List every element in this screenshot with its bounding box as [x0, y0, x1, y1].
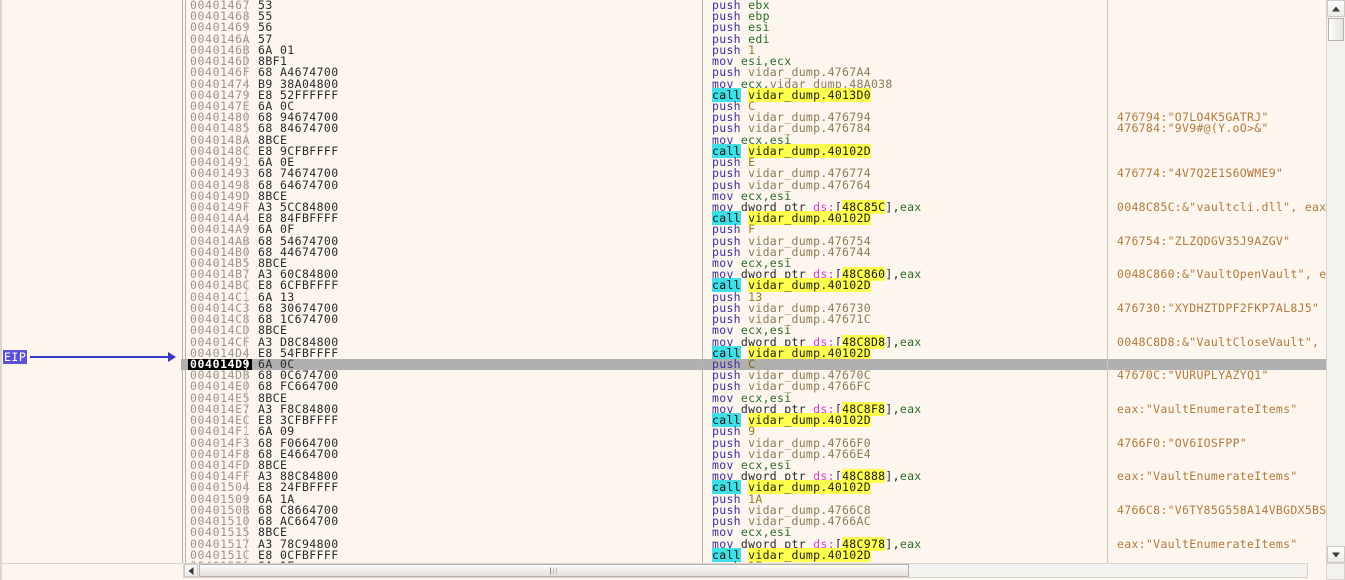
vertical-scrollbar-thumb[interactable] — [1328, 18, 1344, 41]
row-address: 00401521 — [190, 561, 250, 563]
row-comment: 476754:"ZLZQDGV35J9AZGV" — [1117, 236, 1290, 247]
eip-label: EIP — [3, 350, 27, 364]
eip-arrow-icon — [168, 352, 176, 362]
vertical-scrollbar[interactable] — [1326, 0, 1345, 580]
token-reg: eax — [900, 267, 922, 281]
row-comment: 476730:"XYDHZTDPF2FKP7AL8J5" — [1117, 303, 1319, 314]
token-plain: ], — [885, 402, 899, 416]
token-sym-hl: vidar_dump.40102D — [748, 278, 871, 292]
token-reg: eax — [900, 469, 922, 483]
token-reg: eax — [900, 537, 922, 551]
row-comment: 4766C8:"V6TY85G558A14VBGDX5BSN0YA1" — [1117, 505, 1326, 516]
triangle-left-icon — [189, 567, 194, 575]
row-bytes: 6A 1F — [258, 561, 295, 563]
token-sym-hl: vidar_dump.40102D — [748, 211, 871, 225]
eip-pointer: EIP — [2, 350, 178, 364]
row-comment: 0048C85C:&"vaultcli.dll", eax:"VaultEnum… — [1117, 202, 1326, 213]
token-plain: ], — [885, 469, 899, 483]
row-comment: 476784:"9V9#@(Y.oO>&" — [1117, 123, 1269, 134]
token-reg: eax — [900, 402, 922, 416]
disassembly-rows: 0040146753push ebx0040146855push ebp0040… — [181, 0, 1326, 563]
row-comment: 47670C:"VURUPLYAZYQ1" — [1117, 370, 1269, 381]
row-comment: 476774:"4V7Q2E1S6OWME9" — [1117, 168, 1283, 179]
row-comment: 4766F0:"OV6IOSFPP" — [1117, 438, 1247, 449]
token-plain: ], — [885, 335, 899, 349]
horizontal-scrollbar-thumb[interactable] — [199, 564, 909, 577]
gutter-bottom-strip — [0, 563, 182, 580]
scroll-up-button[interactable] — [1327, 0, 1345, 17]
token-plain: ], — [885, 200, 899, 214]
token-reg: eax — [900, 200, 922, 214]
token-reg: eax — [900, 335, 922, 349]
row-comment: 0048C860:&"VaultOpenVault", eax:"VaultEn… — [1117, 269, 1326, 280]
triangle-up-icon — [1332, 6, 1340, 11]
token-sym-hl: vidar_dump.40102D — [748, 346, 871, 360]
scroll-down-button[interactable] — [1327, 546, 1345, 563]
triangle-down-icon — [1332, 552, 1340, 557]
row-disassembly: push 1F — [712, 561, 763, 563]
horizontal-scrollbar[interactable] — [183, 563, 1308, 578]
eip-line — [30, 356, 170, 358]
scrollbar-grip-icon — [550, 567, 558, 574]
row-comment: eax:"VaultEnumerateItems" — [1117, 539, 1298, 550]
scrollbar-corner — [1326, 563, 1345, 580]
disassembly-panel[interactable]: 0040146753push ebx0040146855push ebp0040… — [181, 0, 1326, 563]
disassembler-window: EIP 0040146753push ebx0040146855push ebp… — [0, 0, 1345, 580]
token-sym-hl: vidar_dump.40102D — [748, 548, 871, 562]
row-comment: eax:"VaultEnumerateItems" — [1117, 404, 1298, 415]
scroll-left-button[interactable] — [184, 564, 198, 577]
token-mn: push — [712, 559, 748, 563]
token-plain: ], — [885, 267, 899, 281]
token-sym-hl: vidar_dump.40102D — [748, 144, 871, 158]
row-comment: 0048C8D8:&"VaultCloseVault", eax:"VaultE… — [1117, 337, 1326, 348]
token-sym-hl: vidar_dump.4013D0 — [748, 88, 871, 102]
left-gutter[interactable]: EIP — [0, 0, 181, 563]
token-sym-hl: vidar_dump.40102D — [748, 413, 871, 427]
token-plain: ], — [885, 537, 899, 551]
token-num: 1F — [748, 559, 762, 563]
disassembly-row[interactable]: 00401521 6A 1F push 1F — [181, 561, 1326, 563]
row-comment: eax:"VaultEnumerateItems" — [1117, 471, 1298, 482]
token-sym-hl: vidar_dump.40102D — [748, 480, 871, 494]
